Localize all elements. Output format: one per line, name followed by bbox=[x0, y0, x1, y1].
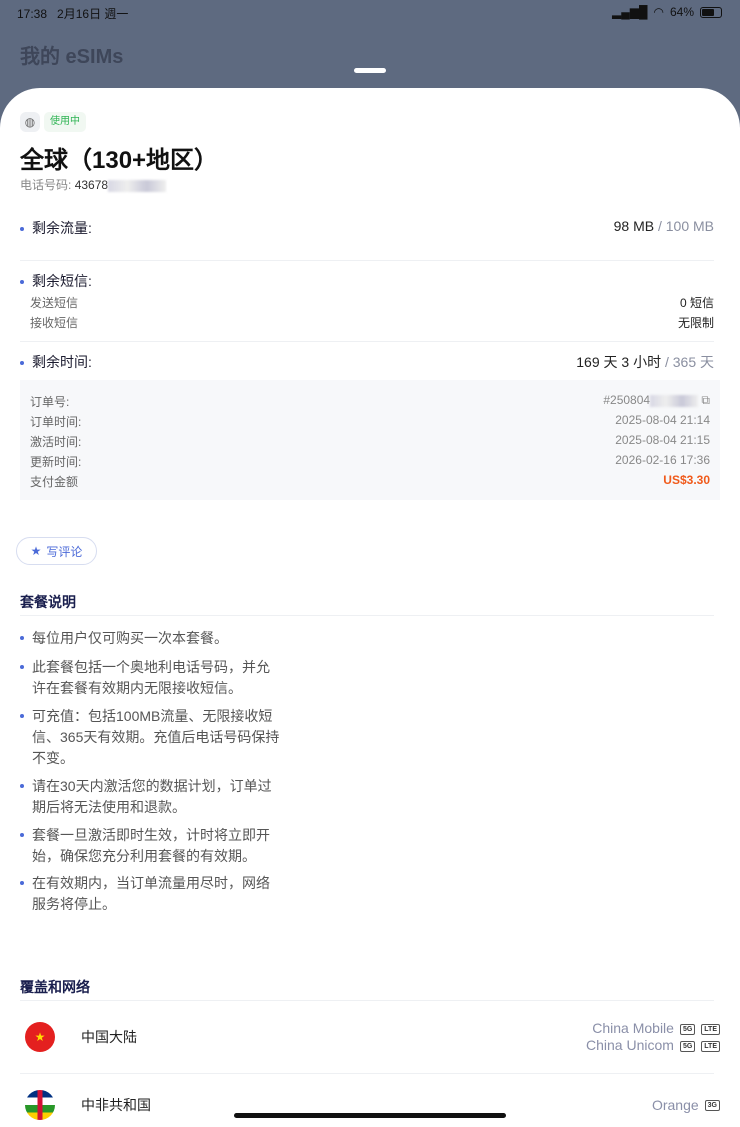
battery-percent: 64% bbox=[669, 5, 694, 19]
network-tag: 5G bbox=[679, 1040, 696, 1052]
total: / 100 MB bbox=[654, 218, 714, 234]
network-tag: LTE bbox=[701, 1023, 720, 1035]
plan-item: 此套餐包括一个奥地利电话号码，并允许在套餐有效期内无限接收短信。 bbox=[20, 657, 280, 699]
divider bbox=[20, 615, 714, 616]
order-number-row: 订单号: #250804 ⧉ bbox=[30, 393, 710, 410]
wifi-icon: ◠ bbox=[653, 5, 664, 19]
country-row-china[interactable]: ★ 中国大陆 China Mobile 5G LTE China Unicom 5G L… bbox=[20, 1001, 720, 1073]
divider bbox=[20, 260, 714, 261]
plan-title: 全球（130+地区） bbox=[20, 147, 219, 174]
esim-detail-sheet: ◍ 使用中 全球（130+地区） 电话号码: 43678 剩余流量: 98 MB … bbox=[0, 88, 740, 1127]
plan-item: 每位用户仅可购买一次本套餐。 bbox=[20, 628, 280, 649]
value: 2025-08-04 21:14 bbox=[615, 413, 710, 427]
operator: China Mobile 5G LTE bbox=[586, 1020, 720, 1037]
background-page-title: 我的 eSIMs bbox=[20, 46, 124, 68]
write-review-button[interactable]: ★ 写评论 bbox=[16, 537, 97, 565]
operator: Orange 3G bbox=[652, 1097, 720, 1114]
country-row-central-african-republic[interactable]: 中非共和国 Orange 3G bbox=[20, 1074, 720, 1127]
value: 169 天 3 小时 bbox=[576, 354, 662, 370]
globe-icon: ◍ bbox=[20, 112, 40, 132]
receive-sms-row: 接收短信 无限制 bbox=[30, 314, 714, 331]
operator-name: Orange bbox=[651, 1096, 699, 1113]
label: 订单时间: bbox=[30, 415, 82, 429]
label: 接收短信 bbox=[30, 316, 79, 330]
operators: Orange 3G bbox=[652, 1097, 720, 1114]
phone-label: 电话号码: bbox=[20, 178, 72, 192]
time-remaining-row: 剩余时间: 169 天 3 小时 / 365 天 bbox=[20, 352, 714, 372]
label: 订单号: bbox=[30, 395, 70, 409]
operators: China Mobile 5G LTE China Unicom 5G LTE bbox=[586, 1020, 720, 1054]
order-time-row: 订单时间: 2025-08-04 21:14 bbox=[30, 413, 710, 430]
operator-name: China Unicom bbox=[586, 1037, 674, 1053]
data-remaining-row: 剩余流量: 98 MB / 100 MB bbox=[20, 218, 714, 238]
divider bbox=[20, 341, 714, 342]
activation-time-row: 激活时间: 2025-08-04 21:15 bbox=[30, 433, 710, 450]
status-bar: 17:38 2月16日 週一 ▂▄▆█ ◠ 64% bbox=[0, 0, 740, 24]
redacted-blur bbox=[108, 179, 167, 192]
battery-icon bbox=[700, 6, 722, 18]
label: 写评论 bbox=[46, 544, 83, 559]
network-tag: LTE bbox=[701, 1040, 720, 1052]
label: 剩余短信: bbox=[20, 271, 92, 291]
plan-section-title: 套餐说明 bbox=[20, 594, 76, 610]
plan-item: 可充值：包括100MB流量、无限接收短信、365天有效期。充值后电话号码保持不变… bbox=[20, 706, 280, 769]
send-sms-row: 发送短信 0 短信 bbox=[30, 294, 714, 311]
plan-item: 套餐一旦激活即时生效，计时将立即开始，确保您充分利用套餐的有效期。 bbox=[20, 825, 280, 867]
operator-name: China Mobile bbox=[592, 1020, 674, 1036]
price: US$3.30 bbox=[663, 473, 710, 487]
operator: China Unicom 5G LTE bbox=[586, 1037, 720, 1054]
value: 2026-02-16 17:36 bbox=[615, 453, 710, 467]
status-badge: 使用中 bbox=[44, 112, 86, 132]
phone-value: 43678 bbox=[74, 178, 109, 192]
status-indicators: ▂▄▆█ ◠ 64% bbox=[612, 5, 722, 19]
star-icon: ★ bbox=[30, 544, 42, 558]
sheet-grabber[interactable] bbox=[354, 68, 386, 73]
label: 发送短信 bbox=[30, 296, 79, 310]
payment-row: 支付金额 US$3.30 bbox=[30, 473, 710, 490]
value: 0 短信 bbox=[679, 296, 714, 310]
label: 剩余时间: bbox=[20, 352, 92, 372]
coverage-section-title: 覆盖和网络 bbox=[20, 979, 90, 995]
country-name: 中国大陆 bbox=[81, 1029, 137, 1045]
china-flag-icon: ★ bbox=[25, 1022, 55, 1052]
total: / 365 天 bbox=[661, 354, 714, 370]
value: 2025-08-04 21:15 bbox=[615, 433, 710, 447]
label: 激活时间: bbox=[30, 435, 82, 449]
copy-icon[interactable]: ⧉ bbox=[701, 393, 710, 407]
value: #250804 bbox=[603, 393, 651, 407]
network-tag: 5G bbox=[679, 1023, 696, 1035]
network-tag: 3G bbox=[704, 1100, 720, 1112]
time: 17:38 bbox=[17, 7, 48, 21]
central-african-republic-flag-icon bbox=[25, 1090, 55, 1120]
plan-item: 请在30天内激活您的数据计划，订单过期后将无法使用和退款。 bbox=[20, 776, 280, 818]
redacted-blur bbox=[650, 394, 699, 407]
label: 剩余流量: bbox=[20, 218, 92, 238]
date: 2月16日 週一 bbox=[57, 7, 129, 21]
plan-item: 在有效期内，当订单流量用尽时，网络服务将停止。 bbox=[20, 873, 280, 915]
update-time-row: 更新时间: 2026-02-16 17:36 bbox=[30, 453, 710, 470]
signal-icon: ▂▄▆█ bbox=[612, 5, 648, 19]
value: 98 MB bbox=[613, 218, 655, 234]
phone-number: 电话号码: 43678 bbox=[20, 176, 167, 193]
status-time-date: 17:38 2月16日 週一 bbox=[17, 5, 128, 22]
home-indicator[interactable] bbox=[234, 1113, 506, 1118]
label: 更新时间: bbox=[30, 455, 82, 469]
value: 无限制 bbox=[677, 316, 714, 330]
country-name: 中非共和国 bbox=[81, 1097, 151, 1113]
label: 支付金额 bbox=[30, 475, 79, 489]
sms-remaining-row: 剩余短信: bbox=[20, 271, 714, 291]
